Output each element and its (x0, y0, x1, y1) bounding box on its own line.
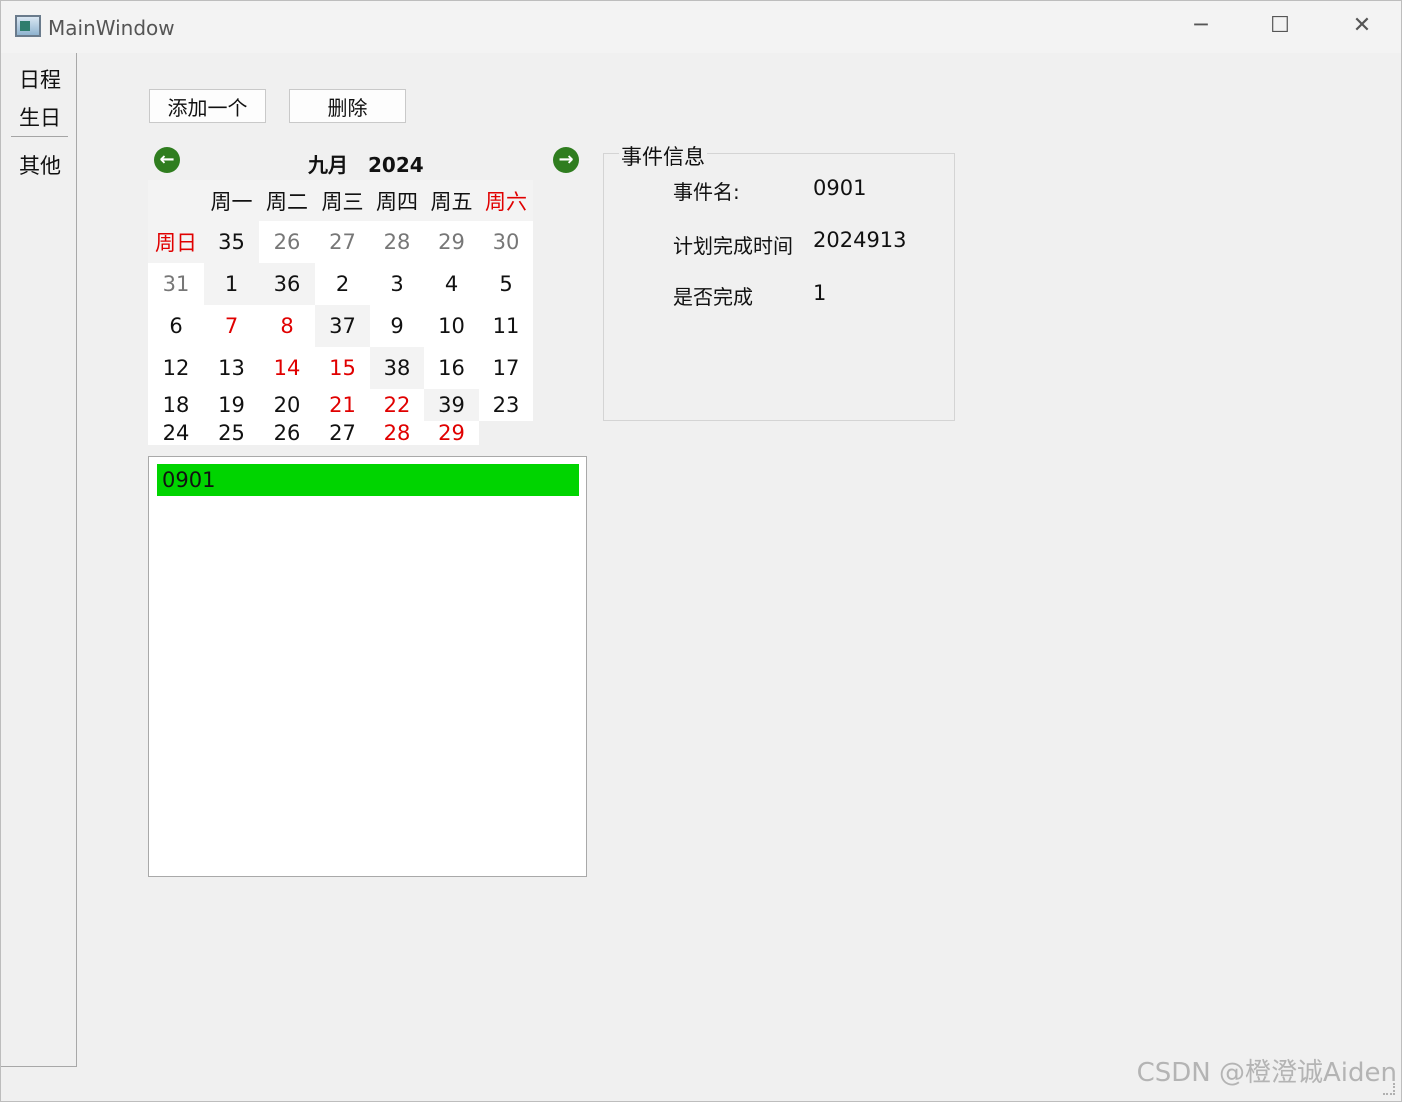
calendar-widget: ← 九月 2024 → 周一 周二 周三 周四 周五 周六 周日 35 26 27… (148, 143, 588, 445)
weekday-header: 周日 (148, 221, 204, 263)
day-cell[interactable]: 5 (479, 263, 533, 305)
day-cell[interactable]: 8 (259, 305, 315, 347)
weekday-header: 周五 (424, 180, 479, 221)
day-cell[interactable]: 28 (370, 421, 424, 445)
day-cell[interactable]: 20 (259, 389, 315, 421)
week-number: 35 (204, 221, 259, 263)
calendar-corner (148, 180, 204, 221)
sidebar: 日程 生日 其他 (1, 53, 77, 1067)
day-cell[interactable]: 31 (148, 263, 204, 305)
previous-month-icon[interactable]: ← (154, 147, 180, 173)
sidebar-separator (11, 136, 68, 137)
weekday-header: 周一 (204, 180, 259, 221)
day-cell[interactable]: 7 (204, 305, 259, 347)
day-cell[interactable]: 12 (148, 347, 204, 389)
maximize-icon[interactable]: ☐ (1263, 9, 1297, 43)
week-number: 38 (370, 347, 424, 389)
planned-time-value: 2024913 (813, 228, 907, 252)
title-bar[interactable]: MainWindow ─ ☐ ✕ (1, 1, 1401, 53)
add-button[interactable]: 添加一个 (149, 89, 266, 123)
day-cell[interactable]: 25 (204, 421, 259, 445)
calendar-month[interactable]: 九月 (308, 153, 348, 177)
day-cell[interactable]: 17 (479, 347, 533, 389)
delete-button[interactable]: 删除 (289, 89, 406, 123)
resize-grip-icon[interactable] (1383, 1083, 1395, 1095)
day-cell[interactable]: 3 (370, 263, 424, 305)
day-cell[interactable]: 6 (148, 305, 204, 347)
day-cell[interactable]: 29 (424, 221, 479, 263)
calendar-year[interactable]: 2024 (368, 153, 424, 177)
close-icon[interactable]: ✕ (1345, 9, 1379, 43)
day-cell[interactable]: 15 (315, 347, 370, 389)
day-cell[interactable]: 1 (204, 263, 259, 305)
event-list[interactable]: 0901 (148, 456, 587, 877)
day-cell[interactable]: 11 (479, 305, 533, 347)
day-cell[interactable]: 29 (424, 421, 479, 445)
main-window: MainWindow ─ ☐ ✕ 日程 生日 其他 添加一个 删除 ← 九月 20… (0, 0, 1402, 1102)
day-cell[interactable]: 13 (204, 347, 259, 389)
day-cell[interactable]: 21 (315, 389, 370, 421)
next-month-icon[interactable]: → (553, 147, 579, 173)
day-cell[interactable]: 19 (204, 389, 259, 421)
completed-value: 1 (813, 281, 827, 305)
week-number: 36 (259, 263, 315, 305)
day-cell[interactable]: 30 (479, 221, 533, 263)
day-cell[interactable]: 18 (148, 389, 204, 421)
calendar-header: ← 九月 2024 → (148, 143, 588, 179)
list-item[interactable]: 0901 (157, 464, 579, 496)
weekday-header: 周六 (479, 180, 533, 221)
minimize-icon[interactable]: ─ (1184, 9, 1218, 43)
week-number: 39 (424, 389, 479, 421)
event-name-label: 事件名: (673, 180, 740, 204)
sidebar-item-schedule[interactable]: 日程 (19, 64, 61, 94)
day-cell[interactable]: 22 (370, 389, 424, 421)
sidebar-item-other[interactable]: 其他 (19, 150, 61, 180)
calendar-month-year[interactable]: 九月 2024 (308, 149, 444, 178)
day-cell[interactable]: 24 (148, 421, 204, 445)
weekday-header: 周三 (315, 180, 370, 221)
weekday-header: 周二 (259, 180, 315, 221)
watermark: CSDN @橙澄诚Aiden (1136, 1058, 1397, 1088)
window-title: MainWindow (48, 16, 175, 40)
event-info-groupbox (603, 153, 955, 421)
day-cell[interactable]: 26 (259, 421, 315, 445)
planned-time-label: 计划完成时间 (673, 234, 793, 258)
day-cell[interactable]: 28 (370, 221, 424, 263)
day-cell[interactable]: 4 (424, 263, 479, 305)
day-cell[interactable]: 9 (370, 305, 424, 347)
week-number: 37 (315, 305, 370, 347)
event-info-title: 事件信息 (619, 141, 707, 171)
day-cell[interactable]: 16 (424, 347, 479, 389)
event-name-value: 0901 (813, 176, 867, 200)
day-cell[interactable]: 2 (315, 263, 370, 305)
sidebar-item-birthday[interactable]: 生日 (19, 102, 61, 132)
day-cell[interactable]: 23 (479, 389, 533, 421)
app-icon (15, 15, 41, 37)
calendar-grid: 周一 周二 周三 周四 周五 周六 周日 35 26 27 28 29 30 3… (148, 180, 588, 445)
day-cell[interactable]: 10 (424, 305, 479, 347)
day-cell[interactable]: 14 (259, 347, 315, 389)
day-cell[interactable]: 27 (315, 221, 370, 263)
day-cell[interactable]: 26 (259, 221, 315, 263)
day-cell[interactable]: 27 (315, 421, 370, 445)
weekday-header: 周四 (370, 180, 424, 221)
completed-label: 是否完成 (673, 285, 753, 309)
